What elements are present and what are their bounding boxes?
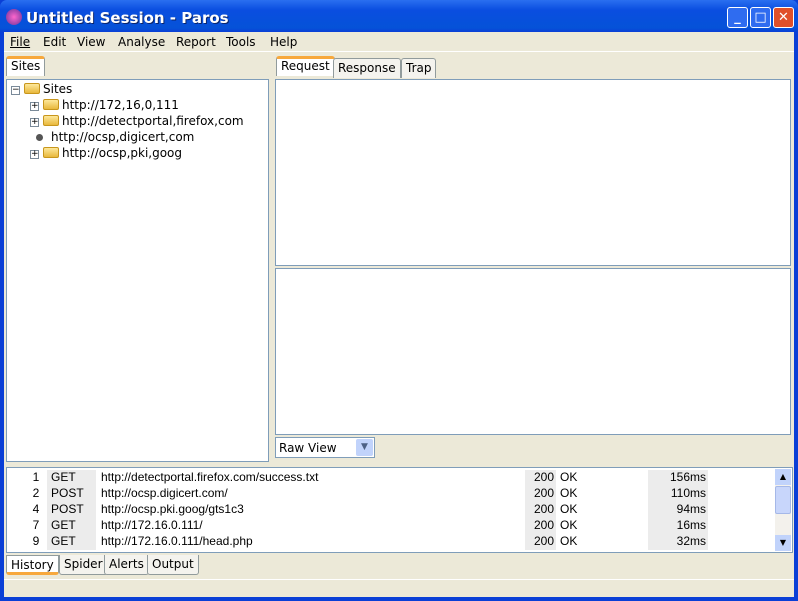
cell-rtt: 156ms [648, 470, 708, 486]
table-row[interactable]: 7 GET http://172.16.0.111/200 OK 16ms [7, 517, 773, 534]
tab-sites[interactable]: Sites [6, 56, 46, 76]
tab-alerts[interactable]: Alerts [104, 555, 149, 575]
status-bar [4, 579, 794, 580]
window-title: Untitled Session - Paros [26, 9, 229, 27]
cell-url: http://172.16.0.111/head.php [101, 534, 253, 548]
cell-reason: OK [560, 470, 578, 484]
tree-node[interactable]: + http://ocsp,pki,goog [30, 146, 182, 160]
cell-code: 200 [525, 518, 556, 534]
close-button[interactable]: ✕ [773, 7, 794, 28]
view-select[interactable]: Raw View ▼ [275, 437, 375, 458]
table-row[interactable]: 9 GET http://172.16.0.111/head.php 200 OK 32m… [7, 533, 773, 550]
scrollbar[interactable]: ▲ ▼ [775, 469, 791, 551]
history-table: 1 GET http://detectportal.firefox.com/succ… [6, 467, 793, 553]
tree-node[interactable]: + http://detectportal,firefox,com [30, 114, 244, 128]
cell-method: GET [47, 534, 96, 550]
chevron-down-icon[interactable]: ▼ [356, 439, 373, 456]
sites-tree: − Sites + http://172,16,0,111 + http://dete… [6, 79, 269, 462]
cell-method: POST [47, 502, 96, 518]
expand-icon[interactable]: + [30, 102, 39, 111]
cell-reason: OK [560, 502, 578, 516]
expand-icon[interactable]: + [30, 118, 39, 127]
menu-tools[interactable]: Tools [226, 35, 256, 49]
paros-app-icon [6, 9, 22, 25]
cell-method: GET [47, 518, 96, 534]
menu-bar: File Edit View Analyse Report Tools Help [4, 32, 794, 52]
request-body-pane[interactable] [275, 268, 791, 435]
tree-root[interactable]: − Sites [11, 82, 72, 96]
cell-method: POST [47, 486, 96, 502]
menu-analyse[interactable]: Analyse [118, 35, 165, 49]
cell-rtt: 32ms [648, 534, 708, 550]
tree-node[interactable]: http://ocsp,digicert,com [30, 130, 194, 144]
folder-icon [24, 83, 40, 94]
maximize-button[interactable]: □ [750, 7, 771, 28]
leaf-icon [36, 134, 43, 141]
request-header-pane[interactable] [275, 79, 791, 266]
tab-output[interactable]: Output [147, 555, 199, 575]
cell-reason: OK [560, 518, 578, 532]
table-row[interactable]: 4 POST http://ocsp.pki.goog/gts1c3 200 OK 94m… [7, 501, 773, 518]
folder-icon [43, 115, 59, 126]
scroll-thumb[interactable] [775, 486, 791, 514]
tab-request[interactable]: Request [276, 56, 335, 76]
table-row[interactable]: 1 GET http://detectportal.firefox.com/succ… [7, 469, 773, 486]
cell-reason: OK [560, 534, 578, 548]
cell-code: 200 [525, 534, 556, 550]
menu-report[interactable]: Report [176, 35, 216, 49]
minimize-button[interactable]: _ [727, 7, 748, 28]
cell-code: 200 [525, 470, 556, 486]
menu-edit[interactable]: Edit [43, 35, 66, 49]
cell-code: 200 [525, 502, 556, 518]
menu-view[interactable]: View [77, 35, 105, 49]
collapse-icon[interactable]: − [11, 86, 20, 95]
folder-icon [43, 99, 59, 110]
cell-rtt: 16ms [648, 518, 708, 534]
table-row[interactable]: 2 POST http://ocsp.digicert.com/200 OK 110ms [7, 485, 773, 502]
cell-url: http://detectportal.firefox.com/success.… [101, 470, 319, 484]
folder-icon [43, 147, 59, 158]
scroll-up-icon[interactable]: ▲ [775, 469, 791, 485]
cell-url: http://ocsp.pki.goog/gts1c3 [101, 502, 244, 516]
tree-node[interactable]: + http://172,16,0,111 [30, 98, 179, 112]
cell-url: http://172.16.0.111/ [101, 518, 203, 532]
menu-help[interactable]: Help [270, 35, 297, 49]
menu-file[interactable]: File [10, 35, 30, 49]
tab-spider[interactable]: Spider [59, 555, 108, 575]
tab-trap[interactable]: Trap [401, 58, 437, 78]
cell-code: 200 [525, 486, 556, 502]
expand-icon[interactable]: + [30, 150, 39, 159]
cell-rtt: 110ms [648, 486, 708, 502]
cell-method: GET [47, 470, 96, 486]
scroll-down-icon[interactable]: ▼ [775, 535, 791, 551]
cell-rtt: 94ms [648, 502, 708, 518]
cell-url: http://ocsp.digicert.com/ [101, 486, 228, 500]
tab-history[interactable]: History [6, 555, 59, 575]
tab-response[interactable]: Response [333, 58, 401, 78]
cell-reason: OK [560, 486, 578, 500]
paros-window: Untitled Session - Paros _ □ ✕ File Edit… [0, 0, 798, 601]
